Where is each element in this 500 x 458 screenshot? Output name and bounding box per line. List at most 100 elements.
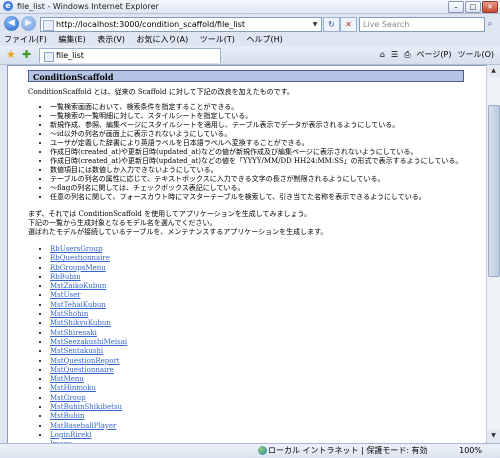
- menu-help[interactable]: ヘルプ(H): [246, 35, 282, 44]
- tab-file-list[interactable]: file_list: [39, 48, 221, 63]
- menu-favorites[interactable]: お気に入り(A): [137, 35, 189, 44]
- feature-list: 一覧検索画面において、検索条件を指定することができる。一覧検索の一覧明細に対して…: [28, 103, 478, 202]
- list-item: RbGroupsMenu: [50, 264, 478, 273]
- minimize-button[interactable]: –: [448, 1, 464, 13]
- feature-item: ～flagの列名に関しては、チェックボックス表記にしている。: [50, 184, 478, 193]
- model-link[interactable]: MstBubin: [50, 412, 84, 420]
- scroll-thumb[interactable]: [488, 105, 500, 277]
- model-link[interactable]: RbGroupsMenu: [50, 264, 106, 272]
- model-link[interactable]: MstTehaiKubun: [50, 301, 106, 309]
- model-list: RbUsersGroupRbQuestionnaire RbGroupsMenuR…: [28, 245, 478, 443]
- search-icon[interactable]: ⌕: [484, 17, 496, 30]
- window-controls: – □ ✕: [448, 1, 498, 13]
- list-item: RbQuestionnaire: [50, 254, 478, 263]
- intranet-zone-icon: [258, 446, 267, 455]
- feature-item: 任意の列名に関して、フォースカウト時にマスターテーブルを検索して、引き当てた名称…: [50, 193, 478, 202]
- back-button[interactable]: ◀: [4, 16, 19, 31]
- document-body: ConditionScaffold とは、従来の Scaffold に対して下記…: [28, 88, 478, 443]
- page-heading: ConditionScaffold: [28, 70, 464, 82]
- model-link[interactable]: MstMenu: [50, 375, 84, 383]
- list-item: MstBuhinShikibetsu: [50, 403, 478, 412]
- feature-item: ～id以外の列名が画面上に表示されないようにしている。: [50, 130, 478, 139]
- page-icon: [43, 20, 54, 31]
- tab-row: ★ ✚ file_list ⌂ ☰ ⎙ ページ(P) ツール(O): [0, 46, 500, 65]
- list-item: MstShohin: [50, 310, 478, 319]
- feature-item: 数値項目には数値しか入力できないようにしている。: [50, 166, 478, 175]
- print-icon[interactable]: ⎙: [404, 49, 410, 61]
- model-link[interactable]: MstShikyuKubun: [50, 319, 111, 327]
- model-link[interactable]: RbBubin: [50, 273, 81, 281]
- list-item: MstQuestionnaire: [50, 366, 478, 375]
- model-link[interactable]: RbQuestionnaire: [50, 254, 110, 262]
- zoom-level[interactable]: 100%: [459, 444, 482, 457]
- list-item: MstTehaiKubun: [50, 301, 478, 310]
- list-item: MstSeezakushiMeisai: [50, 338, 478, 347]
- vertical-scrollbar[interactable]: ▲ ▼: [486, 65, 500, 442]
- list-item: RbUsersGroup: [50, 245, 478, 254]
- ie-logo-icon: e: [3, 1, 13, 11]
- tools-menu[interactable]: ツール(O): [457, 49, 494, 61]
- feature-item: ユーザが定義した辞書により英語ラベルを日本語ラベルへ変換することができる。: [50, 139, 478, 148]
- model-link[interactable]: MstQuestionReport: [50, 357, 120, 365]
- feature-item: 新規作成、参照、編集ページにスタイルシートを適用し、テーブル表示でデータが表示さ…: [50, 121, 478, 130]
- window-title: file_list - Windows Internet Explorer: [17, 2, 159, 11]
- stop-icon[interactable]: ✕: [340, 17, 357, 32]
- model-link[interactable]: MstBuhinShikibetsu: [50, 403, 122, 411]
- feature-item: 一覧検索画面において、検索条件を指定することができる。: [50, 103, 478, 112]
- add-favorites-icon[interactable]: ✚: [22, 49, 31, 61]
- home-icon[interactable]: ⌂: [380, 49, 385, 61]
- list-item: MstBubin: [50, 412, 478, 421]
- list-item: MstUser: [50, 291, 478, 300]
- list-item: RbBubin: [50, 273, 478, 282]
- menu-view[interactable]: 表示(V): [97, 35, 125, 44]
- feature-item: 作成日時(created_at)や更新日時(updated_at)などの値を「Y…: [50, 157, 478, 166]
- close-button[interactable]: ✕: [482, 1, 498, 13]
- list-item: MstGroup: [50, 394, 478, 403]
- feature-item: 作成日時(created_at)や更新日時(updated_at)などの値が新規…: [50, 148, 478, 157]
- model-link[interactable]: MstZaikoKubun: [50, 282, 106, 290]
- scroll-down-icon[interactable]: ▼: [487, 430, 500, 442]
- command-bar: ⌂ ☰ ⎙ ページ(P) ツール(O): [380, 49, 494, 61]
- model-link[interactable]: MstShohin: [50, 310, 88, 318]
- page-content: ConditionScaffold ConditionScaffold とは、従…: [7, 65, 487, 444]
- model-link[interactable]: MstUser: [50, 291, 81, 299]
- list-item: MstShiresaki: [50, 329, 478, 338]
- model-link[interactable]: MstHinmoku: [50, 384, 96, 392]
- page-menu[interactable]: ページ(P): [417, 49, 452, 61]
- list-item: MstSentakushi: [50, 347, 478, 356]
- intro-text: ConditionScaffold とは、従来の Scaffold に対して下記…: [28, 88, 294, 96]
- favorites-star-icon[interactable]: ★: [6, 49, 16, 61]
- address-row: ◀ ▶ http://localhost:3000/condition_scaf…: [0, 14, 500, 34]
- refresh-icon[interactable]: ↻: [323, 17, 340, 32]
- search-input[interactable]: Live Search: [359, 17, 485, 32]
- model-link[interactable]: MstBaseballPlayer: [50, 422, 116, 430]
- lead-text-2: 下記の一覧から生成対象となるモデル名を選んでください。: [28, 219, 217, 227]
- lead-text-3: 選ばれたモデルが接続しているテーブルを、メンテナンスするアプリケーションを生成し…: [28, 228, 328, 236]
- list-item: MstQuestionReport: [50, 357, 478, 366]
- feature-item: テーブルの列名の属性に応じて、テキストボックスに入力できる文字の長さが制限される…: [50, 175, 478, 184]
- model-link[interactable]: MstQuestionnaire: [50, 366, 114, 374]
- list-item: LoginRireki: [50, 431, 478, 440]
- menu-tools[interactable]: ツール(T): [200, 35, 235, 44]
- status-bar: ローカル イントラネット | 保護モード: 有効 100%: [0, 443, 500, 458]
- model-link[interactable]: MstSentakushi: [50, 347, 103, 355]
- tab-label: file_list: [56, 51, 84, 60]
- maximize-button[interactable]: □: [465, 1, 481, 13]
- list-item: MstZaikoKubun: [50, 282, 478, 291]
- menu-edit[interactable]: 編集(E): [58, 35, 85, 44]
- security-zone: ローカル イントラネット | 保護モード: 有効: [268, 446, 428, 455]
- model-link[interactable]: MstShiresaki: [50, 329, 97, 337]
- address-bar[interactable]: http://localhost:3000/condition_scaffold…: [40, 17, 322, 32]
- title-bar: e file_list - Windows Internet Explorer …: [0, 0, 500, 14]
- model-link[interactable]: MstGroup: [50, 394, 86, 402]
- menu-file[interactable]: ファイル(F): [4, 35, 47, 44]
- scroll-up-icon[interactable]: ▲: [487, 65, 500, 77]
- model-link[interactable]: MstSeezakushiMeisai: [50, 338, 127, 346]
- address-dropdown-icon[interactable]: ▼: [310, 19, 320, 30]
- forward-button[interactable]: ▶: [21, 16, 36, 31]
- menu-bar: ファイル(F) 編集(E) 表示(V) お気に入り(A) ツール(T) ヘルプ(…: [0, 34, 500, 46]
- model-link[interactable]: RbUsersGroup: [50, 245, 102, 253]
- feeds-icon[interactable]: ☰: [391, 49, 398, 61]
- tab-page-icon: [44, 52, 54, 62]
- model-link[interactable]: LoginRireki: [50, 431, 92, 439]
